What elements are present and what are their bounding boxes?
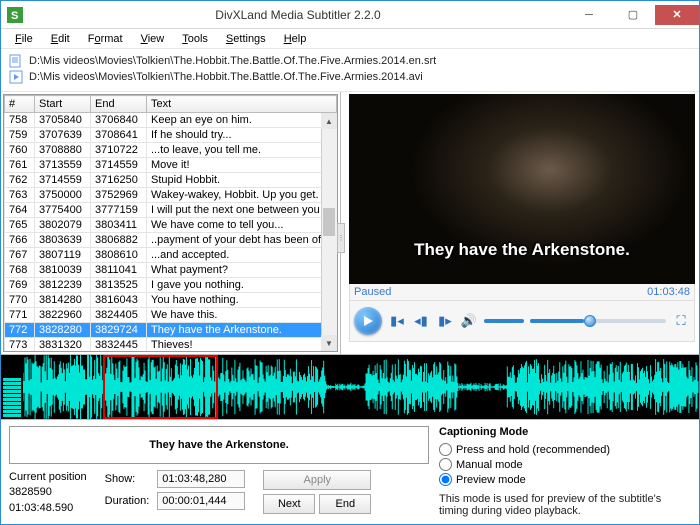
fullscreen-button[interactable]: ⛶ — [672, 313, 690, 329]
menu-format[interactable]: Format — [80, 31, 131, 47]
table-scrollbar[interactable]: ▲ ▼ — [321, 113, 337, 351]
captioning-mode-panel: Captioning Mode Press and hold (recommen… — [439, 426, 691, 519]
table-row[interactable]: 76638036393806882..payment of your debt … — [5, 233, 337, 248]
capmode-preview[interactable]: Preview mode — [439, 472, 691, 487]
table-row[interactable]: 77338313203832445Thieves! — [5, 338, 337, 353]
video-pane: ⋮ They have the Arkenstone. Paused 01:03… — [341, 92, 699, 354]
scroll-up-icon[interactable]: ▲ — [321, 113, 337, 129]
menu-help[interactable]: Help — [276, 31, 315, 47]
capmode-manual[interactable]: Manual mode — [439, 457, 691, 472]
duration-label: Duration: — [105, 495, 150, 507]
step-back-button[interactable]: ◂▮ — [412, 313, 430, 329]
playback-status: Paused — [354, 286, 391, 298]
apply-button[interactable]: Apply — [263, 470, 371, 490]
table-row[interactable]: 77238282803829724They have the Arkenston… — [5, 323, 337, 338]
menu-settings[interactable]: Settings — [218, 31, 274, 47]
waveform-row — [1, 354, 699, 420]
show-time-input[interactable] — [157, 470, 245, 488]
prev-frame-button[interactable]: ▮◂ — [388, 313, 406, 329]
video-preview[interactable]: They have the Arkenstone. — [349, 94, 695, 284]
table-row[interactable]: 76437754003777159I will put the next one… — [5, 203, 337, 218]
video-file-path: D:\Mis videos\Movies\Tolkien\The.Hobbit.… — [29, 71, 423, 83]
player-controls: ▮◂ ◂▮ ▮▸ 🔊 ⛶ — [349, 301, 695, 342]
col-text[interactable]: Text — [147, 96, 337, 113]
maximize-button[interactable]: ▢ — [611, 5, 655, 25]
menu-view[interactable]: View — [133, 31, 173, 47]
scroll-thumb[interactable] — [323, 208, 335, 236]
volume-slider[interactable] — [484, 319, 524, 323]
capmode-title: Captioning Mode — [439, 426, 691, 438]
text-file-icon — [9, 54, 23, 68]
scroll-down-icon[interactable]: ▼ — [321, 335, 337, 351]
selection-box[interactable] — [103, 355, 218, 419]
subtitle-text-editor[interactable]: They have the Arkenstone. — [9, 426, 429, 464]
video-file-icon — [9, 70, 23, 84]
video-file-line[interactable]: D:\Mis videos\Movies\Tolkien\The.Hobbit.… — [9, 69, 691, 85]
table-row[interactable]: 76538020793803411We have come to tell yo… — [5, 218, 337, 233]
table-row[interactable]: 75837058403706840Keep an eye on him. — [5, 113, 337, 128]
file-paths: D:\Mis videos\Movies\Tolkien\The.Hobbit.… — [1, 49, 699, 92]
end-button[interactable]: End — [319, 494, 371, 514]
subtitle-file-line[interactable]: D:\Mis videos\Movies\Tolkien\The.Hobbit.… — [9, 53, 691, 69]
next-button[interactable]: Next — [263, 494, 315, 514]
col-end[interactable]: End — [91, 96, 147, 113]
col-num[interactable]: # — [5, 96, 35, 113]
table-row[interactable]: 76137135593714559Move it! — [5, 158, 337, 173]
table-row[interactable]: 76838100393811041What payment? — [5, 263, 337, 278]
play-button[interactable] — [354, 307, 382, 335]
volume-icon[interactable]: 🔊 — [460, 313, 478, 329]
table-row[interactable]: 75937076393708641If he should try... — [5, 128, 337, 143]
subtitle-table[interactable]: # Start End Text 75837058403706840Keep a… — [4, 95, 337, 352]
menu-edit[interactable]: Edit — [43, 31, 78, 47]
table-row[interactable]: 76738071193808610...and accepted. — [5, 248, 337, 263]
close-button[interactable]: ✕ — [655, 5, 699, 25]
col-start[interactable]: Start — [35, 96, 91, 113]
capmode-press-hold[interactable]: Press and hold (recommended) — [439, 442, 691, 457]
player-status-bar: Paused 01:03:48 — [349, 284, 695, 301]
table-row[interactable]: 77038142803816043You have nothing. — [5, 293, 337, 308]
splitter-handle[interactable]: ⋮ — [337, 223, 345, 253]
table-row[interactable]: 76037088803710722...to leave, you tell m… — [5, 143, 337, 158]
table-row[interactable]: 76237145593716250Stupid Hobbit. — [5, 173, 337, 188]
step-fwd-button[interactable]: ▮▸ — [436, 313, 454, 329]
subtitle-overlay: They have the Arkenstone. — [349, 240, 695, 260]
titlebar: S DivXLand Media Subtitler 2.2.0 ─ ▢ ✕ — [1, 1, 699, 29]
capmode-description: This mode is used for preview of the sub… — [439, 493, 691, 517]
show-label: Show: — [105, 473, 150, 485]
vu-meter — [1, 355, 23, 419]
duration-input[interactable] — [157, 492, 245, 510]
table-row[interactable]: 77138229603824405We have this. — [5, 308, 337, 323]
subtitle-file-path: D:\Mis videos\Movies\Tolkien\The.Hobbit.… — [29, 55, 436, 67]
seek-slider[interactable] — [530, 319, 666, 323]
menu-tools[interactable]: Tools — [174, 31, 216, 47]
menu-file[interactable]: File — [7, 31, 41, 47]
table-row[interactable]: 76337500003752969Wakey-wakey, Hobbit. Up… — [5, 188, 337, 203]
window-title: DivXLand Media Subtitler 2.2.0 — [29, 8, 567, 22]
waveform[interactable] — [23, 355, 699, 419]
table-row[interactable]: 76938122393813525I gave you nothing. — [5, 278, 337, 293]
menubar: File Edit Format View Tools Settings Hel… — [1, 29, 699, 49]
subtitle-list-pane: # Start End Text 75837058403706840Keep a… — [1, 92, 341, 354]
app-icon: S — [1, 7, 29, 23]
minimize-button[interactable]: ─ — [567, 5, 611, 25]
svg-text:S: S — [11, 10, 18, 22]
playback-timecode: 01:03:48 — [647, 286, 690, 298]
current-position: Current position 3828590 01:03:48.590 — [9, 470, 87, 516]
